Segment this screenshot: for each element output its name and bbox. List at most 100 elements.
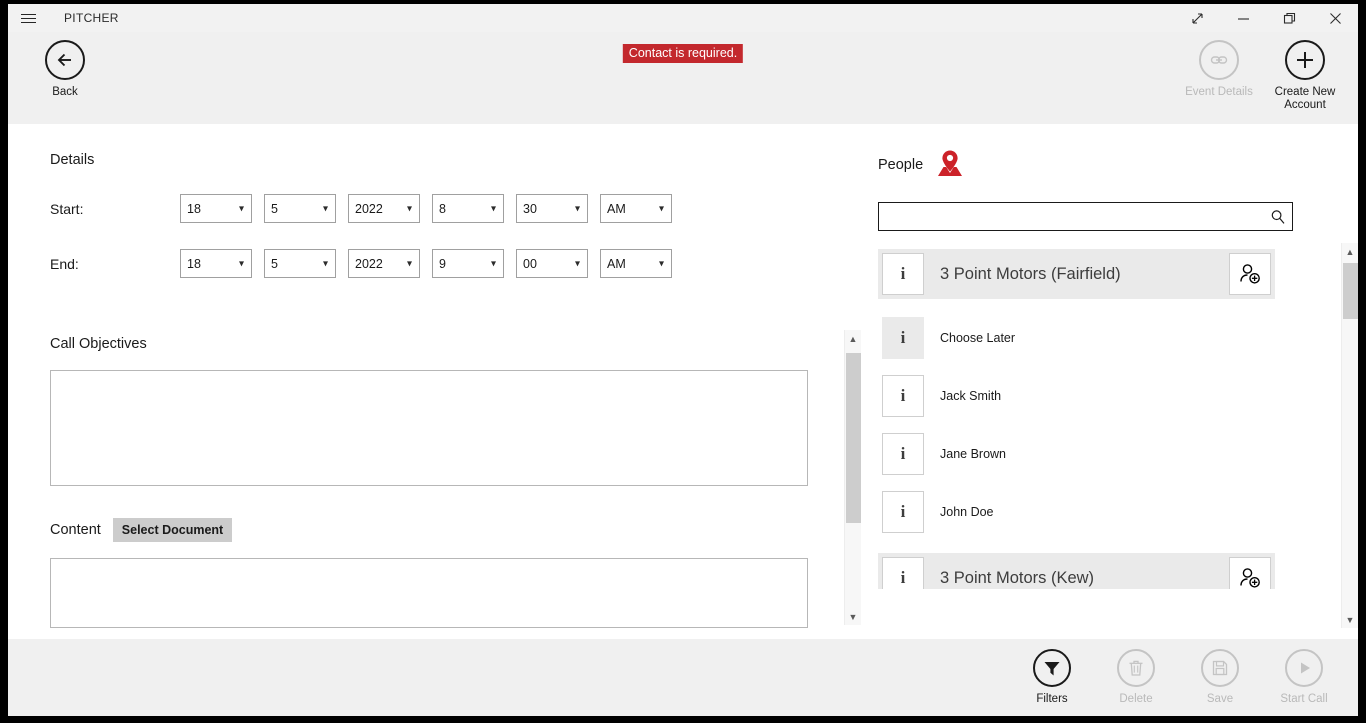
- person-row[interactable]: i Jack Smith: [878, 367, 1275, 425]
- event-details-button[interactable]: Event Details: [1176, 32, 1262, 112]
- arrow-left-icon: [45, 40, 85, 80]
- info-icon[interactable]: i: [882, 317, 924, 359]
- start-call-label: Start Call: [1280, 693, 1327, 706]
- start-month-value: 5: [271, 202, 278, 216]
- chevron-down-icon: ▾: [323, 258, 328, 269]
- add-person-icon[interactable]: [1229, 253, 1271, 295]
- chevron-down-icon: ▾: [239, 203, 244, 214]
- end-day-value: 18: [187, 257, 201, 271]
- save-button[interactable]: Save: [1178, 639, 1262, 706]
- start-meridiem-value: AM: [607, 202, 626, 216]
- end-month-select[interactable]: 5▾: [264, 249, 336, 278]
- info-icon[interactable]: i: [882, 253, 924, 295]
- window-controls: [1174, 4, 1358, 32]
- start-year-select[interactable]: 2022▾: [348, 194, 420, 223]
- start-minute-value: 30: [523, 202, 537, 216]
- end-minute-value: 00: [523, 257, 537, 271]
- footer-toolbar: Filters Delete: [8, 638, 1358, 716]
- info-icon[interactable]: i: [882, 557, 924, 589]
- create-new-account-label: Create New Account: [1275, 86, 1336, 112]
- delete-button[interactable]: Delete: [1094, 639, 1178, 706]
- add-person-icon[interactable]: [1229, 557, 1271, 589]
- map-pin-icon: [937, 149, 963, 182]
- end-datetime-row: End: 18▾ 5▾ 2022▾ 9▾ 00▾ AM▾: [50, 249, 844, 278]
- expand-icon[interactable]: [1174, 4, 1220, 32]
- start-month-select[interactable]: 5▾: [264, 194, 336, 223]
- start-hour-value: 8: [439, 202, 446, 216]
- people-scrollbar-track[interactable]: [1342, 260, 1359, 611]
- chevron-down-icon: ▾: [659, 258, 664, 269]
- person-row[interactable]: i Jane Brown: [878, 425, 1275, 483]
- call-objectives-input[interactable]: [50, 370, 808, 486]
- funnel-icon: [1033, 649, 1071, 687]
- trash-icon: [1117, 649, 1155, 687]
- person-name: Choose Later: [940, 331, 1015, 345]
- save-label: Save: [1207, 693, 1233, 706]
- end-hour-select[interactable]: 9▾: [432, 249, 504, 278]
- person-name: Jane Brown: [940, 447, 1006, 461]
- start-day-select[interactable]: 18▾: [180, 194, 252, 223]
- select-document-button[interactable]: Select Document: [113, 518, 232, 542]
- end-meridiem-value: AM: [607, 257, 626, 271]
- call-objectives-section: Call Objectives: [50, 336, 844, 491]
- filters-button[interactable]: Filters: [1010, 639, 1094, 706]
- start-datetime-row: Start: 18▾ 5▾ 2022▾ 8▾ 30▾ AM▾: [50, 194, 844, 223]
- start-year-value: 2022: [355, 202, 383, 216]
- person-row[interactable]: i John Doe: [878, 483, 1275, 541]
- back-button[interactable]: Back: [22, 32, 108, 99]
- end-day-select[interactable]: 18 ▾: [180, 249, 252, 278]
- restore-window-icon[interactable]: [1266, 4, 1312, 32]
- link-chain-icon: [1199, 40, 1239, 80]
- info-icon[interactable]: i: [882, 491, 924, 533]
- end-label: End:: [50, 256, 180, 272]
- people-search-box[interactable]: [878, 202, 1293, 231]
- chevron-down-icon: ▾: [407, 258, 412, 269]
- back-button-label: Back: [52, 86, 78, 99]
- end-meridiem-select[interactable]: AM ▾: [600, 249, 672, 278]
- person-name: John Doe: [940, 505, 994, 519]
- info-icon[interactable]: i: [882, 375, 924, 417]
- create-new-account-label-line1: Create New: [1275, 86, 1336, 98]
- chevron-down-icon: ▾: [239, 258, 244, 269]
- search-icon[interactable]: [1264, 203, 1292, 230]
- main-content: Details Start: 18▾ 5▾ 2022▾ 8▾ 30▾ AM▾ E…: [8, 124, 1358, 638]
- people-header: People: [878, 150, 1358, 180]
- content-section-header: Content Select Document: [50, 518, 844, 542]
- chevron-down-icon: ▾: [575, 203, 580, 214]
- people-pane: People: [844, 124, 1358, 638]
- start-hour-select[interactable]: 8▾: [432, 194, 504, 223]
- account-group-row[interactable]: i 3 Point Motors (Fairfield): [878, 249, 1275, 299]
- start-meridiem-select[interactable]: AM▾: [600, 194, 672, 223]
- create-new-account-button[interactable]: Create New Account: [1262, 32, 1348, 112]
- people-scrollbar-thumb[interactable]: [1343, 263, 1358, 319]
- close-icon[interactable]: [1312, 4, 1358, 32]
- person-row[interactable]: i Choose Later: [878, 309, 1275, 367]
- delete-label: Delete: [1119, 693, 1152, 706]
- account-group-row[interactable]: i 3 Point Motors (Kew): [878, 553, 1275, 589]
- create-new-account-label-line2: Account: [1284, 99, 1326, 111]
- people-search-input[interactable]: [879, 203, 1264, 230]
- info-icon[interactable]: i: [882, 433, 924, 475]
- start-minute-select[interactable]: 30 ▾: [516, 194, 588, 223]
- minimize-icon[interactable]: [1220, 4, 1266, 32]
- call-objectives-label: Call Objectives: [50, 336, 844, 352]
- chevron-down-icon: ▾: [491, 258, 496, 269]
- play-icon: [1285, 649, 1323, 687]
- end-year-select[interactable]: 2022▾: [348, 249, 420, 278]
- people-list[interactable]: i 3 Point Motors (Fairfield) i: [878, 249, 1275, 589]
- people-scrollbar[interactable]: ▲ ▼: [1341, 243, 1358, 628]
- hamburger-menu-icon[interactable]: [8, 4, 48, 32]
- event-details-label: Event Details: [1185, 86, 1253, 99]
- command-bar: Contact is required. Back Eve: [8, 32, 1358, 124]
- app-title: PITCHER: [64, 11, 119, 25]
- filters-label: Filters: [1036, 693, 1067, 706]
- validation-error-banner: Contact is required.: [623, 44, 743, 63]
- chevron-down-icon[interactable]: ▼: [1342, 611, 1359, 628]
- content-input[interactable]: [50, 558, 808, 628]
- people-title: People: [878, 157, 923, 173]
- start-call-button[interactable]: Start Call: [1262, 639, 1346, 706]
- end-hour-value: 9: [439, 257, 446, 271]
- chevron-up-icon[interactable]: ▲: [1342, 243, 1359, 260]
- account-group-name: 3 Point Motors (Fairfield): [940, 265, 1229, 284]
- end-minute-select[interactable]: 00▾: [516, 249, 588, 278]
